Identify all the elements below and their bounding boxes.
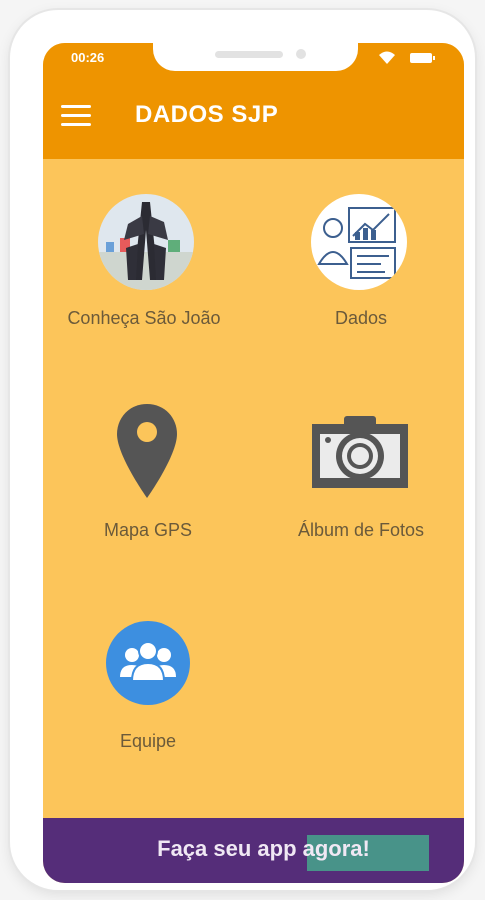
landmark-photo-icon (98, 194, 194, 290)
menu-item-label: Dados (334, 308, 388, 328)
cta-banner[interactable]: Faça seu app agora! (43, 818, 464, 883)
wifi-icon (379, 51, 395, 64)
menu-item-dados[interactable]: Dados (256, 194, 456, 374)
menu-item-conheca-sao-joao[interactable]: Conheça São João (43, 194, 243, 374)
app-screen: DADOS SJP 00:26 Conheça São João Dados M… (43, 43, 464, 883)
menu-item-label: Conheça São João (67, 308, 221, 328)
camera-icon (312, 416, 408, 488)
app-title: DADOS SJP (135, 101, 279, 128)
map-pin-icon (117, 404, 177, 498)
phone-frame: DADOS SJP 00:26 Conheça São João Dados M… (10, 10, 475, 890)
data-analytics-icon (311, 194, 407, 290)
status-time: 00:26 (71, 50, 105, 65)
phone-notch (153, 43, 358, 71)
menu-item-equipe[interactable]: Equipe (43, 621, 243, 801)
menu-item-label: Equipe (119, 731, 177, 751)
menu-item-album-de-fotos[interactable]: Álbum de Fotos (256, 402, 456, 582)
front-camera (296, 49, 306, 59)
menu-item-label: Álbum de Fotos (297, 520, 425, 540)
cta-text: Faça seu app agora! (157, 836, 370, 861)
menu-item-label: Mapa GPS (103, 520, 193, 540)
battery-icon (410, 53, 435, 63)
speaker-grille (215, 51, 283, 58)
team-icon (106, 621, 190, 705)
menu-item-mapa-gps[interactable]: Mapa GPS (43, 402, 243, 582)
hamburger-menu-icon[interactable] (61, 105, 93, 127)
status-bar: 00:26 (43, 43, 464, 73)
